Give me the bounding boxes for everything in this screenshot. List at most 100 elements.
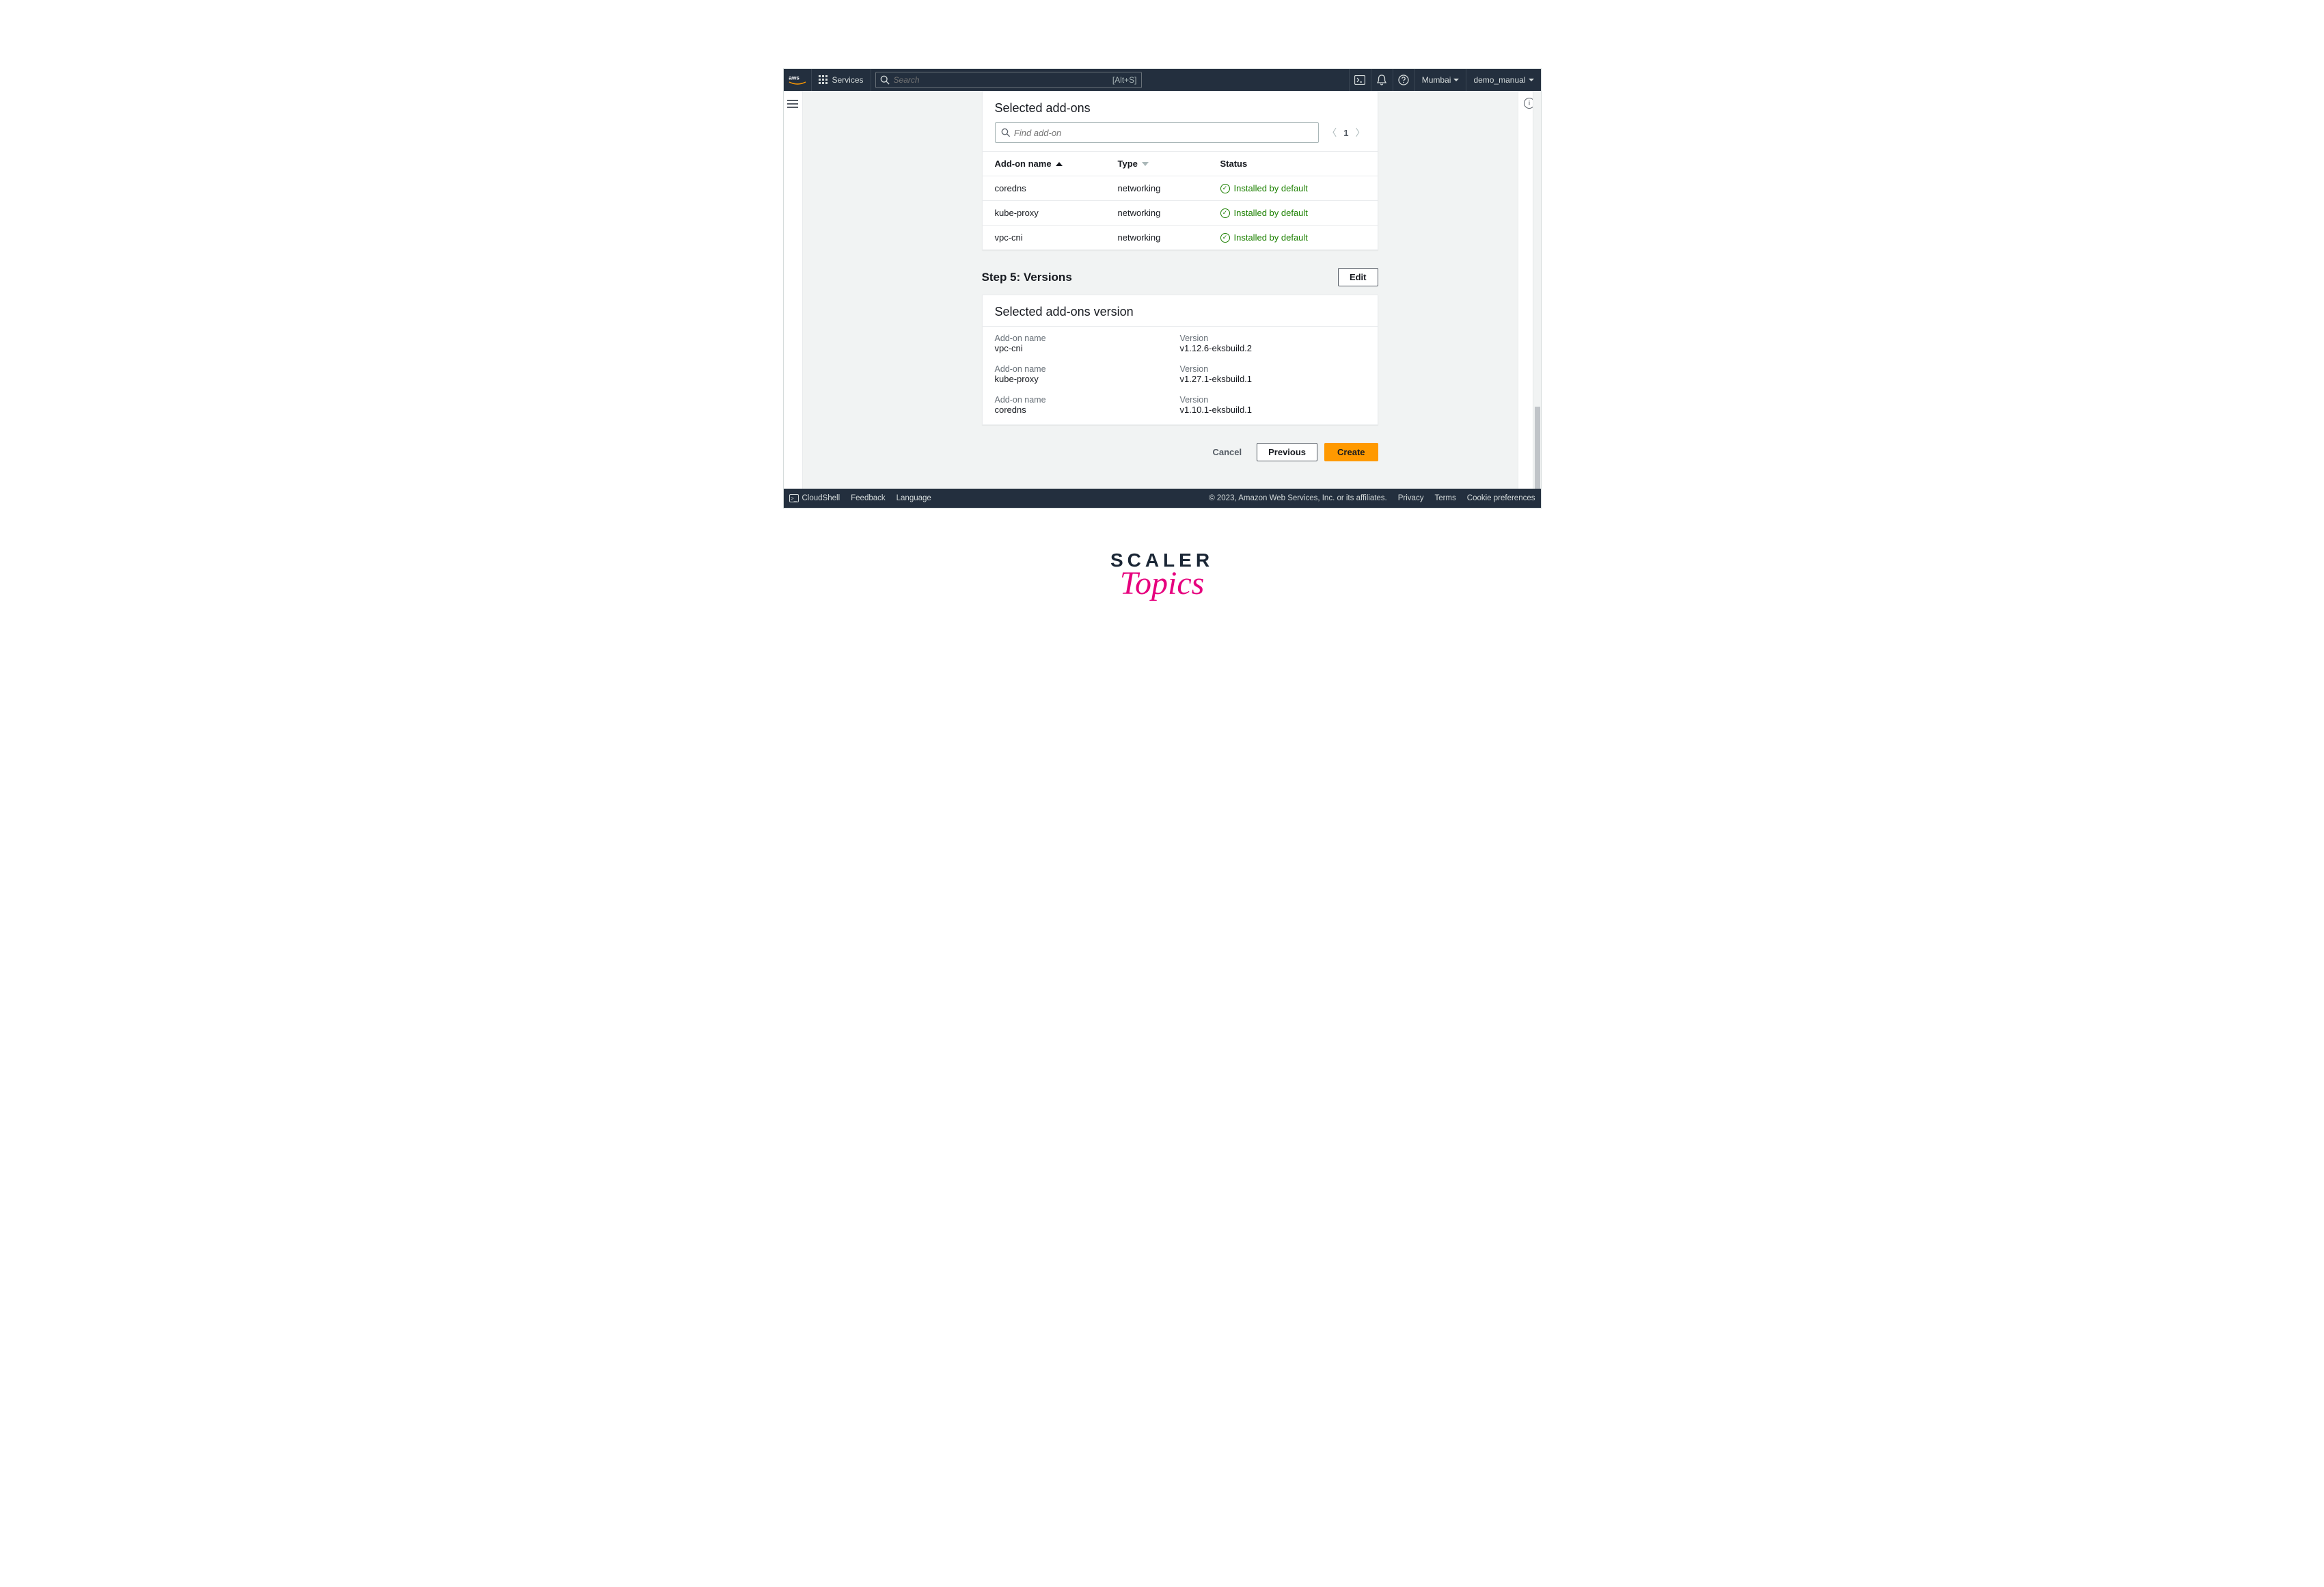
region-selector[interactable]: Mumbai — [1414, 69, 1466, 91]
cell-status: ✓ Installed by default — [1220, 232, 1365, 243]
scaler-topics-logo: SCALER Topics — [783, 550, 1542, 602]
table-row: coredns networking ✓ Installed by defaul… — [983, 176, 1378, 200]
status-text: Installed by default — [1234, 183, 1308, 193]
cell-type: networking — [1118, 183, 1220, 193]
sort-asc-icon — [1056, 162, 1063, 166]
col-status: Status — [1220, 159, 1365, 169]
version-label: Version — [1180, 334, 1365, 343]
search-icon — [1001, 128, 1010, 137]
version-value: v1.10.1-eksbuild.1 — [1180, 405, 1365, 415]
version-name-label: Add-on name — [995, 395, 1180, 405]
cell-addon-name: coredns — [995, 183, 1118, 193]
services-menu[interactable]: Services — [811, 69, 871, 91]
cloudshell-nav-icon[interactable] — [1349, 69, 1371, 91]
services-label: Services — [832, 75, 864, 85]
terms-link[interactable]: Terms — [1434, 494, 1455, 502]
check-circle-icon: ✓ — [1220, 233, 1230, 243]
caret-down-icon — [1529, 79, 1534, 81]
version-value: v1.27.1-eksbuild.1 — [1180, 374, 1365, 384]
status-text: Installed by default — [1234, 232, 1308, 243]
cloudshell-link[interactable]: >_ CloudShell — [789, 494, 840, 502]
version-row: Add-on name kube-proxy Version v1.27.1-e… — [983, 357, 1378, 388]
cloudshell-icon: >_ — [789, 494, 799, 502]
create-button[interactable]: Create — [1324, 443, 1378, 461]
nav-search-shortcut: [Alt+S] — [1112, 75, 1137, 85]
language-link[interactable]: Language — [897, 494, 931, 502]
table-row: kube-proxy networking ✓ Installed by def… — [983, 200, 1378, 225]
cell-type: networking — [1118, 208, 1220, 218]
menu-toggle-icon[interactable] — [787, 98, 798, 110]
addons-toolbar: 〈 1 〉 — [983, 122, 1378, 151]
selected-addons-title: Selected add-ons — [983, 92, 1378, 122]
version-row: Add-on name vpc-cni Version v1.12.6-eksb… — [983, 326, 1378, 357]
check-circle-icon: ✓ — [1220, 208, 1230, 218]
previous-button[interactable]: Previous — [1257, 443, 1317, 461]
user-label: demo_manual — [1473, 75, 1525, 85]
cookie-link[interactable]: Cookie preferences — [1467, 494, 1535, 502]
pager-prev-icon[interactable]: 〈 — [1327, 126, 1337, 139]
sort-neutral-icon — [1142, 162, 1149, 166]
notifications-icon[interactable] — [1371, 69, 1393, 91]
addons-pager: 〈 1 〉 — [1327, 126, 1365, 139]
cell-addon-name: vpc-cni — [995, 232, 1118, 243]
cloudshell-label: CloudShell — [802, 494, 840, 502]
table-row: vpc-cni networking ✓ Installed by defaul… — [983, 225, 1378, 249]
main-column: Selected add-ons 〈 1 〉 — [803, 91, 1518, 489]
cell-type: networking — [1118, 232, 1220, 243]
user-menu[interactable]: demo_manual — [1466, 69, 1540, 91]
col-addon-name-label: Add-on name — [995, 159, 1052, 169]
check-circle-icon: ✓ — [1220, 184, 1230, 193]
feedback-link[interactable]: Feedback — [851, 494, 886, 502]
grid-icon — [819, 75, 828, 85]
side-collapse-column — [784, 91, 803, 489]
caret-down-icon — [1453, 79, 1459, 81]
addons-table: Add-on name Type Status — [983, 151, 1378, 249]
scrollbar-track[interactable] — [1533, 91, 1541, 489]
selected-addons-card: Selected add-ons 〈 1 〉 — [982, 91, 1378, 250]
addons-find-input[interactable] — [1014, 128, 1313, 138]
pager-current-page: 1 — [1343, 128, 1348, 138]
cell-addon-name: kube-proxy — [995, 208, 1118, 218]
wizard-footer-actions: Cancel Previous Create — [982, 443, 1378, 461]
aws-console-window: aws Services [Alt+S] — [783, 68, 1542, 508]
version-value: v1.12.6-eksbuild.2 — [1180, 343, 1365, 353]
version-row: Add-on name coredns Version v1.10.1-eksb… — [983, 388, 1378, 424]
col-type[interactable]: Type — [1118, 159, 1220, 169]
version-name-value: coredns — [995, 405, 1180, 415]
top-nav: aws Services [Alt+S] — [784, 69, 1541, 91]
pager-next-icon[interactable]: 〉 — [1356, 126, 1365, 139]
version-name-value: kube-proxy — [995, 374, 1180, 384]
edit-button[interactable]: Edit — [1338, 268, 1378, 286]
aws-logo[interactable]: aws — [784, 69, 811, 91]
addons-find-input-wrap[interactable] — [995, 122, 1320, 143]
privacy-link[interactable]: Privacy — [1398, 494, 1424, 502]
version-name-label: Add-on name — [995, 364, 1180, 374]
step5-title: Step 5: Versions — [982, 271, 1072, 284]
svg-text:aws: aws — [789, 74, 799, 81]
versions-card: Selected add-ons version Add-on name vpc… — [982, 295, 1378, 425]
status-text: Installed by default — [1234, 208, 1308, 218]
col-addon-name[interactable]: Add-on name — [995, 159, 1118, 169]
versions-body: Add-on name vpc-cni Version v1.12.6-eksb… — [983, 326, 1378, 424]
version-label: Version — [1180, 395, 1365, 405]
col-status-label: Status — [1220, 159, 1248, 169]
cancel-button[interactable]: Cancel — [1204, 443, 1250, 461]
search-icon — [880, 75, 890, 85]
addons-table-header: Add-on name Type Status — [983, 151, 1378, 176]
step5-header: Step 5: Versions Edit — [982, 268, 1378, 286]
versions-title: Selected add-ons version — [983, 295, 1378, 326]
copyright-text: © 2023, Amazon Web Services, Inc. or its… — [1209, 494, 1387, 502]
scrollbar-thumb[interactable] — [1535, 407, 1540, 489]
version-name-label: Add-on name — [995, 334, 1180, 343]
region-label: Mumbai — [1422, 75, 1451, 85]
content-center: Selected add-ons 〈 1 〉 — [982, 91, 1378, 461]
bottom-bar: >_ CloudShell Feedback Language © 2023, … — [784, 489, 1541, 508]
scaler-logo-line2: Topics — [783, 565, 1542, 602]
nav-search-input[interactable] — [894, 75, 1085, 85]
version-label: Version — [1180, 364, 1365, 374]
nav-search[interactable]: [Alt+S] — [875, 72, 1142, 88]
col-type-label: Type — [1118, 159, 1138, 169]
cell-status: ✓ Installed by default — [1220, 183, 1365, 193]
app-body: Selected add-ons 〈 1 〉 — [784, 91, 1541, 489]
help-icon[interactable] — [1393, 69, 1414, 91]
